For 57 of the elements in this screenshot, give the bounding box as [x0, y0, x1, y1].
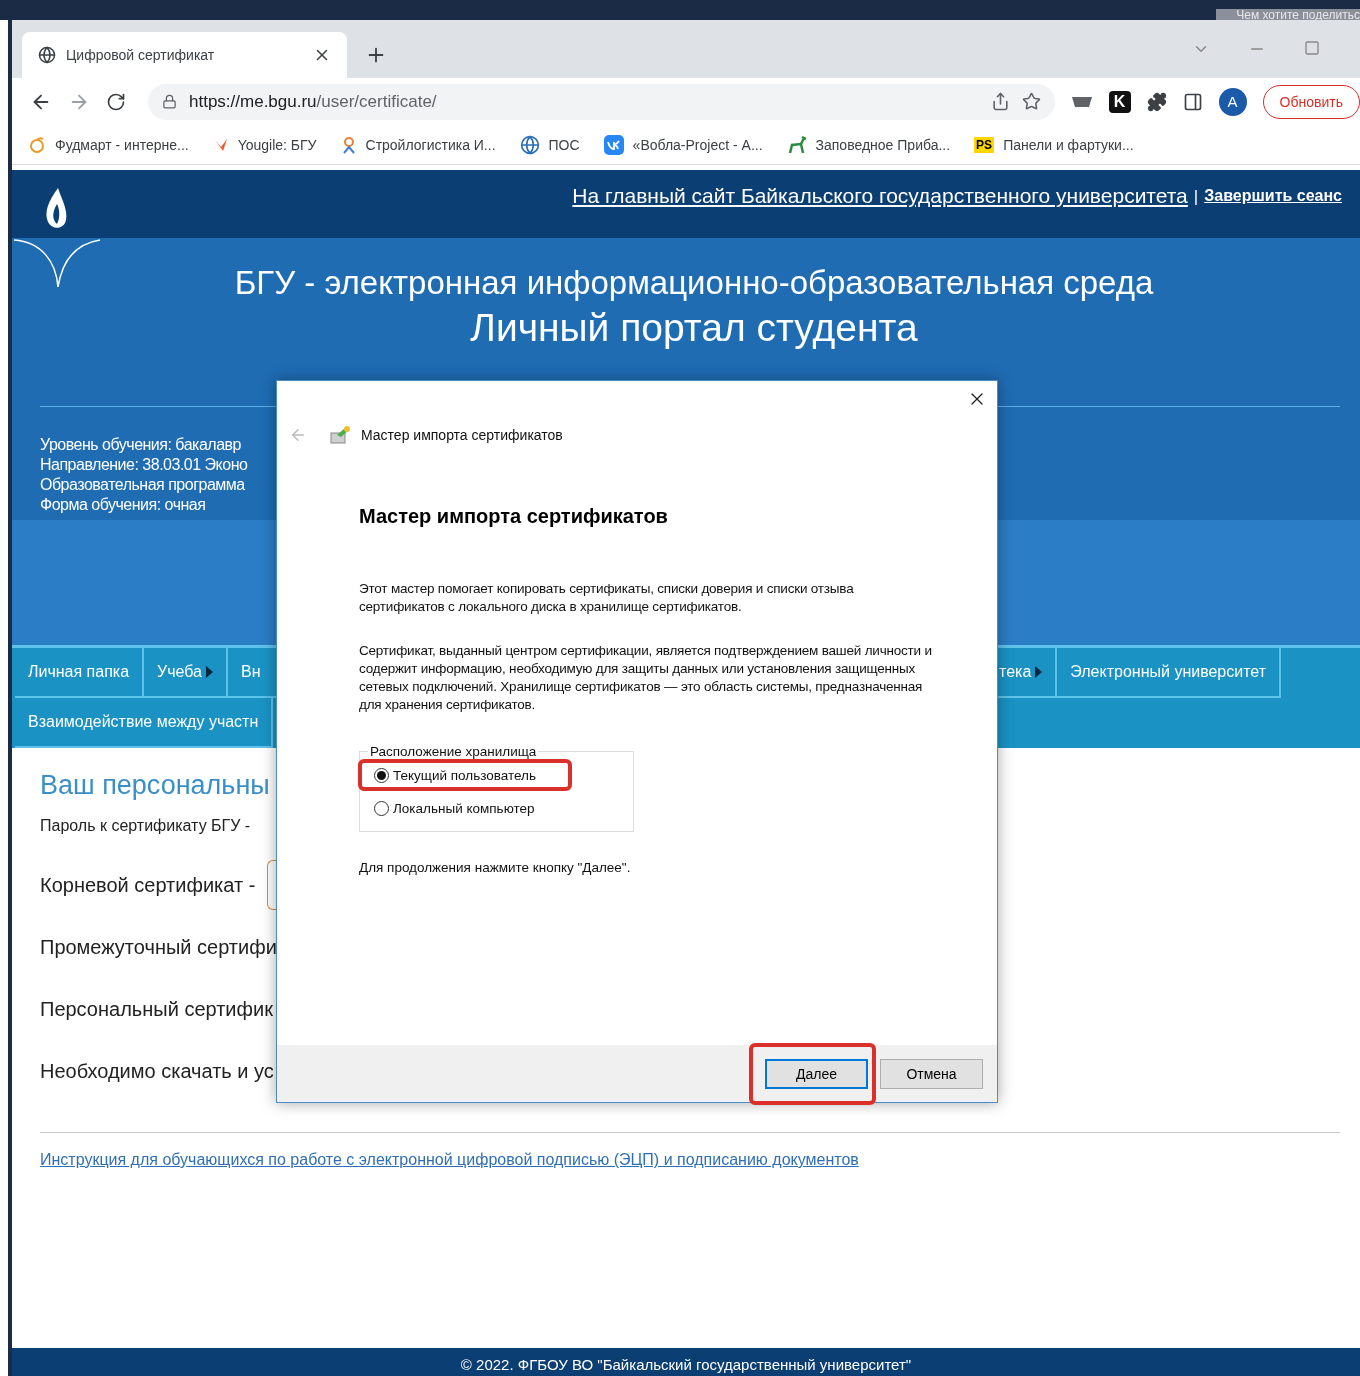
- profile-avatar[interactable]: A: [1218, 87, 1247, 116]
- student-info-line: Образовательная программа: [40, 475, 245, 495]
- url-text: https://me.bgu.ru/user/certificate/: [189, 91, 438, 112]
- logout-link[interactable]: Завершить сеанс: [1204, 187, 1342, 205]
- separator: |: [1193, 187, 1199, 207]
- bookmark[interactable]: Yougile: БГУ: [212, 136, 317, 153]
- certificate-line: Корневой сертификат -: [40, 873, 256, 897]
- certificate-line: Персональный сертифик: [40, 997, 273, 1021]
- update-button[interactable]: Обновить: [1262, 84, 1360, 119]
- bookmark[interactable]: Стройлогистика И...: [340, 135, 496, 154]
- person-icon: [340, 135, 357, 154]
- certificate-line: Промежуточный сертифи: [40, 935, 277, 959]
- bookmark[interactable]: «Вобла-Project - А...: [603, 134, 763, 155]
- section-heading: Ваш персональны: [40, 770, 270, 801]
- dialog-button[interactable]: Отмена: [880, 1058, 983, 1089]
- caret-icon: [206, 666, 213, 678]
- radio-option[interactable]: Текущий пользователь: [358, 759, 572, 791]
- certificate-icon: [329, 425, 351, 445]
- address-bar[interactable]: https://me.bgu.ru/user/certificate/: [148, 83, 1055, 120]
- radio-option[interactable]: Локальный компьютер: [360, 795, 633, 821]
- bookmark[interactable]: Заповедное Приба...: [786, 134, 951, 155]
- fruit-icon: [28, 135, 46, 154]
- globe-icon: [519, 134, 540, 155]
- side-panel-icon[interactable]: [1182, 91, 1203, 112]
- portal-subtitle: Личный портал студента: [470, 306, 918, 350]
- globe-icon: [38, 46, 56, 64]
- puzzle-icon[interactable]: [1146, 91, 1167, 112]
- certificate-line: Пароль к сертификату БГУ -: [40, 817, 251, 835]
- group-label: Расположение хранилища: [369, 744, 538, 759]
- bookmark[interactable]: Фудмарт - интерне...: [28, 135, 189, 154]
- caret-icon: [1035, 666, 1043, 678]
- student-info-line: Форма обучения: очная: [40, 495, 206, 515]
- lock-icon: [162, 94, 177, 109]
- wizard-paragraph: Этот мастер помогает копировать сертификаты, списки доверия и списки отзыва сертификатов с локального диска в хранилище сертификатов.: [359, 580, 855, 616]
- share-icon[interactable]: [990, 92, 1010, 111]
- footer: © 2022. ФГБОУ ВО "Байкальский государственный университет": [12, 1348, 1360, 1376]
- bookmark[interactable]: PS Панели и фартуки...: [974, 136, 1134, 153]
- dialog-button[interactable]: Далее: [765, 1058, 868, 1089]
- student-info-line: Уровень обучения: бакалавр: [40, 435, 241, 455]
- deer-icon: [786, 134, 807, 155]
- dialog-title: Мастер импорта сертификатов: [361, 427, 563, 443]
- vk-icon: [603, 134, 624, 155]
- continue-hint: Для продолжения нажмите кнопку "Далее".: [359, 860, 632, 875]
- portal-title: БГУ - электронная информационно-образовательная среда: [234, 264, 1154, 302]
- extension-icon[interactable]: [1070, 94, 1093, 109]
- wizard-heading: Мастер импорта сертификатов: [359, 505, 669, 528]
- browser-tab[interactable]: Цифровой сертификат: [22, 32, 347, 78]
- student-info-line: Направление: 38.03.01 Эконо: [40, 455, 248, 475]
- certificate-line: Необходимо скачать и ус: [40, 1059, 274, 1083]
- star-icon[interactable]: [1021, 92, 1041, 111]
- wizard-paragraph: Сертификат, выданный центром сертификации, является подтверждением вашей личности и содержит информацию, необходимую для защиты данных или установления защищенных сетевых подключений. Хранилище сертификатов — это область системы, предназначенная для хранения сертификатов.: [359, 642, 933, 714]
- extension-icon[interactable]: K: [1108, 90, 1131, 113]
- main-site-link[interactable]: На главный сайт Байкальского государственного университета: [572, 184, 1188, 208]
- bookmark-logo: PS: [974, 136, 995, 153]
- instruction-link[interactable]: Инструкция для обучающихся по работе с электронной цифровой подписью (ЭЦП) и подписанию документов: [40, 1151, 1360, 1169]
- reload-icon[interactable]: [106, 91, 126, 112]
- bookmark[interactable]: ПОС: [519, 134, 580, 155]
